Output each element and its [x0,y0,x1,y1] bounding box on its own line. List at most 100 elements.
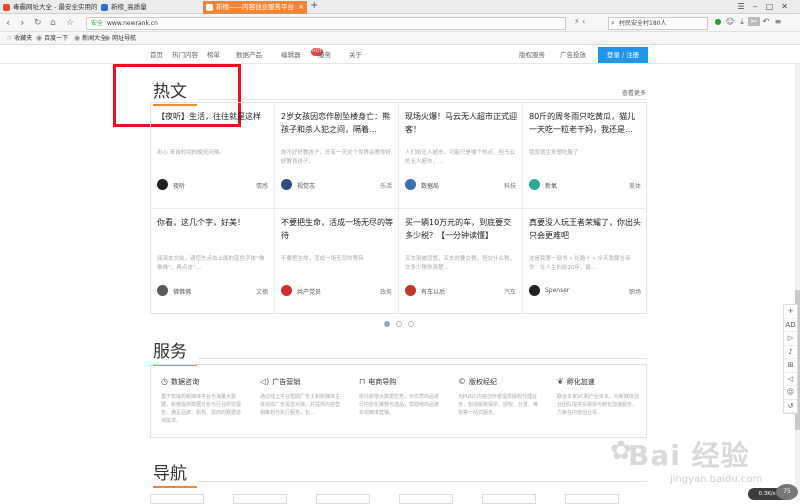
service-item[interactable]: © 版权经纪 为PUGC内容创作者提供版权代理业务，包括版权保护、授权、分发、维权等… [448,365,547,439]
close-tab-icon[interactable]: × [298,1,304,13]
zoom-level[interactable]: 75 [776,484,798,500]
article-title[interactable]: 【夜听】生活，往往就是这样 [157,110,269,138]
service-item[interactable]: ◷ 数据咨询 基于权威的新媒体平台与海量大数据，新榜提供数据分析与行业研究报告，满足… [151,365,250,439]
browser-tab-1[interactable]: 毒霸网址大全 - 最安全实用的网址导航 [0,1,97,14]
author-name[interactable]: 有车以后 [421,287,445,296]
nav-ads[interactable]: 广告投放 [560,46,586,64]
article-card[interactable]: 80斤的周冬雨只吃黄瓜，猫儿一天吃一粒老干妈，我还是… 我寂寞生来想吃胀了 新氧 美体 [523,103,647,209]
article-summary: 这是我第一部书 • 长路十 • 今天我要告诉你：在人生的前20年，最… [529,256,631,271]
article-title[interactable]: 现场火爆！马云无人超市正式迎客！ [405,110,517,138]
play-icon[interactable]: ▷ [784,332,797,346]
nav-box[interactable] [233,494,287,504]
article-category[interactable]: 职场 [629,287,641,296]
author-avatar[interactable] [157,179,168,190]
download-icon[interactable]: ⤓ [736,17,748,27]
author-name[interactable]: 佛佛佛 [173,287,191,296]
service-item[interactable]: ◁) 广告营销 通过线上平台帮助广告主和新媒体主体完成广告投放对接，并提供内容营销策… [250,365,349,439]
article-category[interactable]: 乐活 [380,181,392,190]
article-card[interactable]: 真要没人玩王者荣耀了，你出头只会更难吧这是我第一部书 • 长路十 • 今天我要告… [523,209,647,315]
home-icon[interactable]: ⌂ [50,16,56,30]
scissors-icon[interactable]: ✂ [748,17,760,26]
article-title[interactable]: 你看，这几个字，好美！ [157,216,269,244]
article-card[interactable]: 现场火爆！马云无人超市正式迎客！ 人们的无人超市，可能只是噱个热点，但马云的无人超… [399,103,523,209]
author-name[interactable]: Spenser [545,287,569,294]
article-card[interactable]: 不要把生命，活成一场无尽的等待 不要把生命，活成一场无尽的等待 共产党员 政务 [275,209,399,315]
nav-rankings[interactable]: 榜单 [207,46,220,64]
browser-tab-3-active[interactable]: 新榜——内容创业服务平台 × [203,1,307,14]
author-name[interactable]: 视觉志 [297,181,315,190]
article-title[interactable]: 不要把生命，活成一场无尽的等待 [281,216,393,244]
article-category[interactable]: 科技 [504,181,516,190]
article-title[interactable]: 买一辆10万元的车，到底要交多少税？【一分钟读懂】 [405,216,517,244]
face-icon[interactable]: ☺ [784,386,797,400]
article-category[interactable]: 汽车 [504,287,516,296]
service-item[interactable]: ❦ 孵化加速 联合多家VC和产业资本，为新媒体创业团队提供投融资与孵化加速服务，力争… [547,365,646,439]
view-more-link[interactable]: 查看更多 [622,88,646,97]
search-box[interactable]: ⌕ 村民安全村180人 [608,17,708,30]
grid-icon[interactable]: ⊞ [784,359,797,373]
service-description: 基于权威的新媒体平台与海量大数据，新榜提供数据分析与行业研究报告，满足品牌、机构… [161,394,242,424]
shield-icon[interactable]: ● [712,17,724,26]
nav-box[interactable] [316,494,370,504]
article-card[interactable]: 【夜听】生活，往往就是这样 用心 来自时间的晚安问候。 夜听 情感 [151,103,275,209]
new-tab-icon[interactable]: + [310,0,318,12]
author-avatar[interactable] [157,285,168,296]
author-avatar[interactable] [529,285,540,296]
nav-box[interactable] [399,494,453,504]
article-card[interactable]: 2岁女孩因恋作剧坠楼身亡：熊孩子和杀人犯之间，隔着… 你不好好教孩子，总有一天这个… [275,103,399,209]
author-name[interactable]: 数据局 [421,181,439,190]
tab-label: 毒霸网址大全 - 最安全实用的网址导航 [13,3,97,11]
carousel-dot[interactable] [384,321,390,327]
add-icon[interactable]: + [784,305,797,319]
article-title[interactable]: 2岁女孩因恋作剧坠楼身亡：熊孩子和杀人犯之间，隔着… [281,110,393,138]
carousel-dot[interactable] [408,321,414,327]
bookmark-item[interactable]: ◉ 新闻大全 [74,32,106,45]
author-avatar[interactable] [281,285,292,296]
author-name[interactable]: 夜听 [173,181,185,190]
nav-data-products[interactable]: 数据产品 [236,46,262,64]
nav-home[interactable]: 首页 [150,46,163,64]
article-category[interactable]: 情感 [256,181,268,190]
reload-icon[interactable]: ↻ [34,16,42,30]
author-avatar[interactable] [529,179,540,190]
back-icon[interactable]: ‹ [6,16,10,30]
nav-editor[interactable]: 编辑器 [281,46,301,64]
article-category[interactable]: 美体 [629,181,641,190]
nav-about[interactable]: 关于 [349,46,362,64]
bookmark-item[interactable]: ☆ 收藏夹 [6,32,32,45]
game-icon[interactable]: ☺ [724,17,736,26]
article-card[interactable]: 你看，这几个字，好美！ 阅读本文前，请您先点击上面的蓝色字体“佛佛佛”，再点击“…… [151,209,275,315]
article-title[interactable]: 80斤的周冬雨只吃黄瓜，猫儿一天吃一粒老干妈，我还是… [529,110,641,138]
nav-box[interactable] [482,494,536,504]
nav-hot-content[interactable]: 热门内容 [172,46,198,64]
article-category[interactable]: 文摘 [256,287,268,296]
bookmark-item[interactable]: ◉ 网址导航 [104,32,136,45]
service-item[interactable]: ⊓ 电商导购 依托新榜大数据优势，对优质商品进行内容化推荐与选品，帮助电商品牌实现精… [349,365,448,439]
menu-icon[interactable]: ≡ [772,17,784,26]
author-name[interactable]: 新氧 [545,181,557,190]
share-icon[interactable]: ◁ [784,373,797,386]
article-category[interactable]: 政务 [380,287,392,296]
author-name[interactable]: 共产党员 [297,287,321,296]
nav-copyright[interactable]: 版权服务 [519,46,545,64]
forward-icon[interactable]: › [20,16,24,30]
address-bar[interactable]: 安全 www.newrank.cn [86,17,566,30]
ad-icon[interactable]: AD [784,319,797,332]
nav-services[interactable]: 服务 [318,46,331,64]
browser-tab-2[interactable]: 新榜_高质量 [98,1,198,14]
undo-icon[interactable]: ↶ [760,17,772,26]
window-controls[interactable]: ☰‒□✕ [737,0,796,13]
carousel-dot[interactable] [396,321,402,327]
lightning-icon[interactable]: ⚡ ‹ [574,17,604,30]
music-icon[interactable]: ♪ [784,346,797,359]
nav-box[interactable] [150,494,204,504]
login-button[interactable]: 登录 / 注册 [598,47,648,63]
article-title[interactable]: 真要没人玩王者荣耀了，你出头只会更难吧 [529,216,641,244]
article-card[interactable]: 买一辆10万元的车，到底要交多少税？【一分钟读懂】 买车别被忽悠，买车时要交税，但… [399,209,523,315]
bookmark-star-icon[interactable]: ☆ [66,16,74,30]
author-avatar[interactable] [405,179,416,190]
refresh-icon[interactable]: ↺ [784,400,797,413]
author-avatar[interactable] [405,285,416,296]
author-avatar[interactable] [281,179,292,190]
bookmark-item[interactable]: ◉ 百度一下 [36,32,68,45]
